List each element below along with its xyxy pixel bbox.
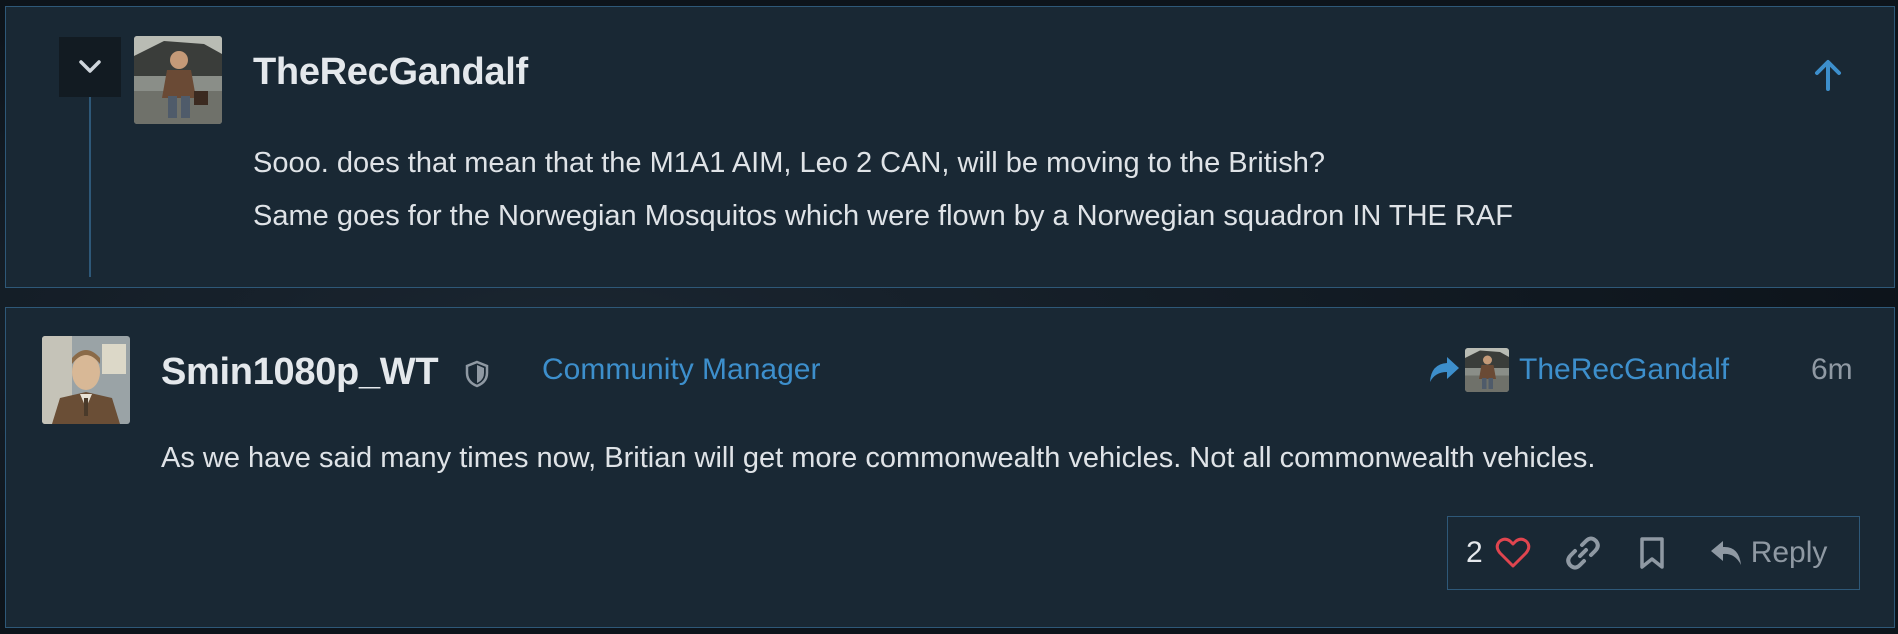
- reply-to-link[interactable]: TheRecGandalf: [1427, 348, 1729, 392]
- thread-line: [89, 97, 91, 277]
- jump-to-post-button[interactable]: [1808, 55, 1848, 95]
- like-count: 2: [1466, 536, 1483, 569]
- avatar-image: [42, 336, 130, 424]
- arrow-up-icon: [1815, 60, 1841, 91]
- chevron-down-icon: [79, 60, 101, 73]
- share-arrow-icon: [1430, 357, 1459, 382]
- avatar[interactable]: [42, 336, 130, 424]
- avatar-image: [134, 36, 222, 124]
- username[interactable]: Smin1080p_WT: [161, 351, 439, 394]
- reply-button[interactable]: Reply: [1709, 517, 1828, 589]
- link-icon: [1565, 536, 1600, 570]
- bookmark-button[interactable]: [1639, 517, 1665, 589]
- shield-icon: [465, 360, 489, 388]
- reply-icon: [1710, 541, 1741, 565]
- reply-to-avatar: [1465, 348, 1509, 392]
- like-button[interactable]: 2: [1448, 517, 1531, 589]
- collapse-button[interactable]: [59, 37, 121, 97]
- reply-to-username[interactable]: TheRecGandalf: [1519, 353, 1729, 387]
- username[interactable]: TheRecGandalf: [253, 51, 528, 94]
- bookmark-icon: [1639, 537, 1664, 569]
- post-actions: 2 Reply: [1447, 516, 1860, 590]
- heart-icon: [1495, 537, 1530, 568]
- reply-label: Reply: [1750, 536, 1828, 569]
- post-body: As we have said many times now, Britian …: [161, 442, 1596, 474]
- post-time[interactable]: 6m: [1811, 353, 1853, 387]
- avatar[interactable]: [134, 36, 222, 124]
- user-title[interactable]: Community Manager: [542, 353, 820, 387]
- moderator-badge: [465, 360, 489, 393]
- reply-post: Smin1080p_WT Community Manager TheRecGan…: [5, 307, 1895, 628]
- post-body-line: Same goes for the Norwegian Mosquitos wh…: [253, 200, 1513, 232]
- quoted-post: TheRecGandalf Sooo. does that mean that …: [5, 6, 1895, 288]
- post-body-line: Sooo. does that mean that the M1A1 AIM, …: [253, 147, 1325, 179]
- copy-link-button[interactable]: [1565, 517, 1601, 589]
